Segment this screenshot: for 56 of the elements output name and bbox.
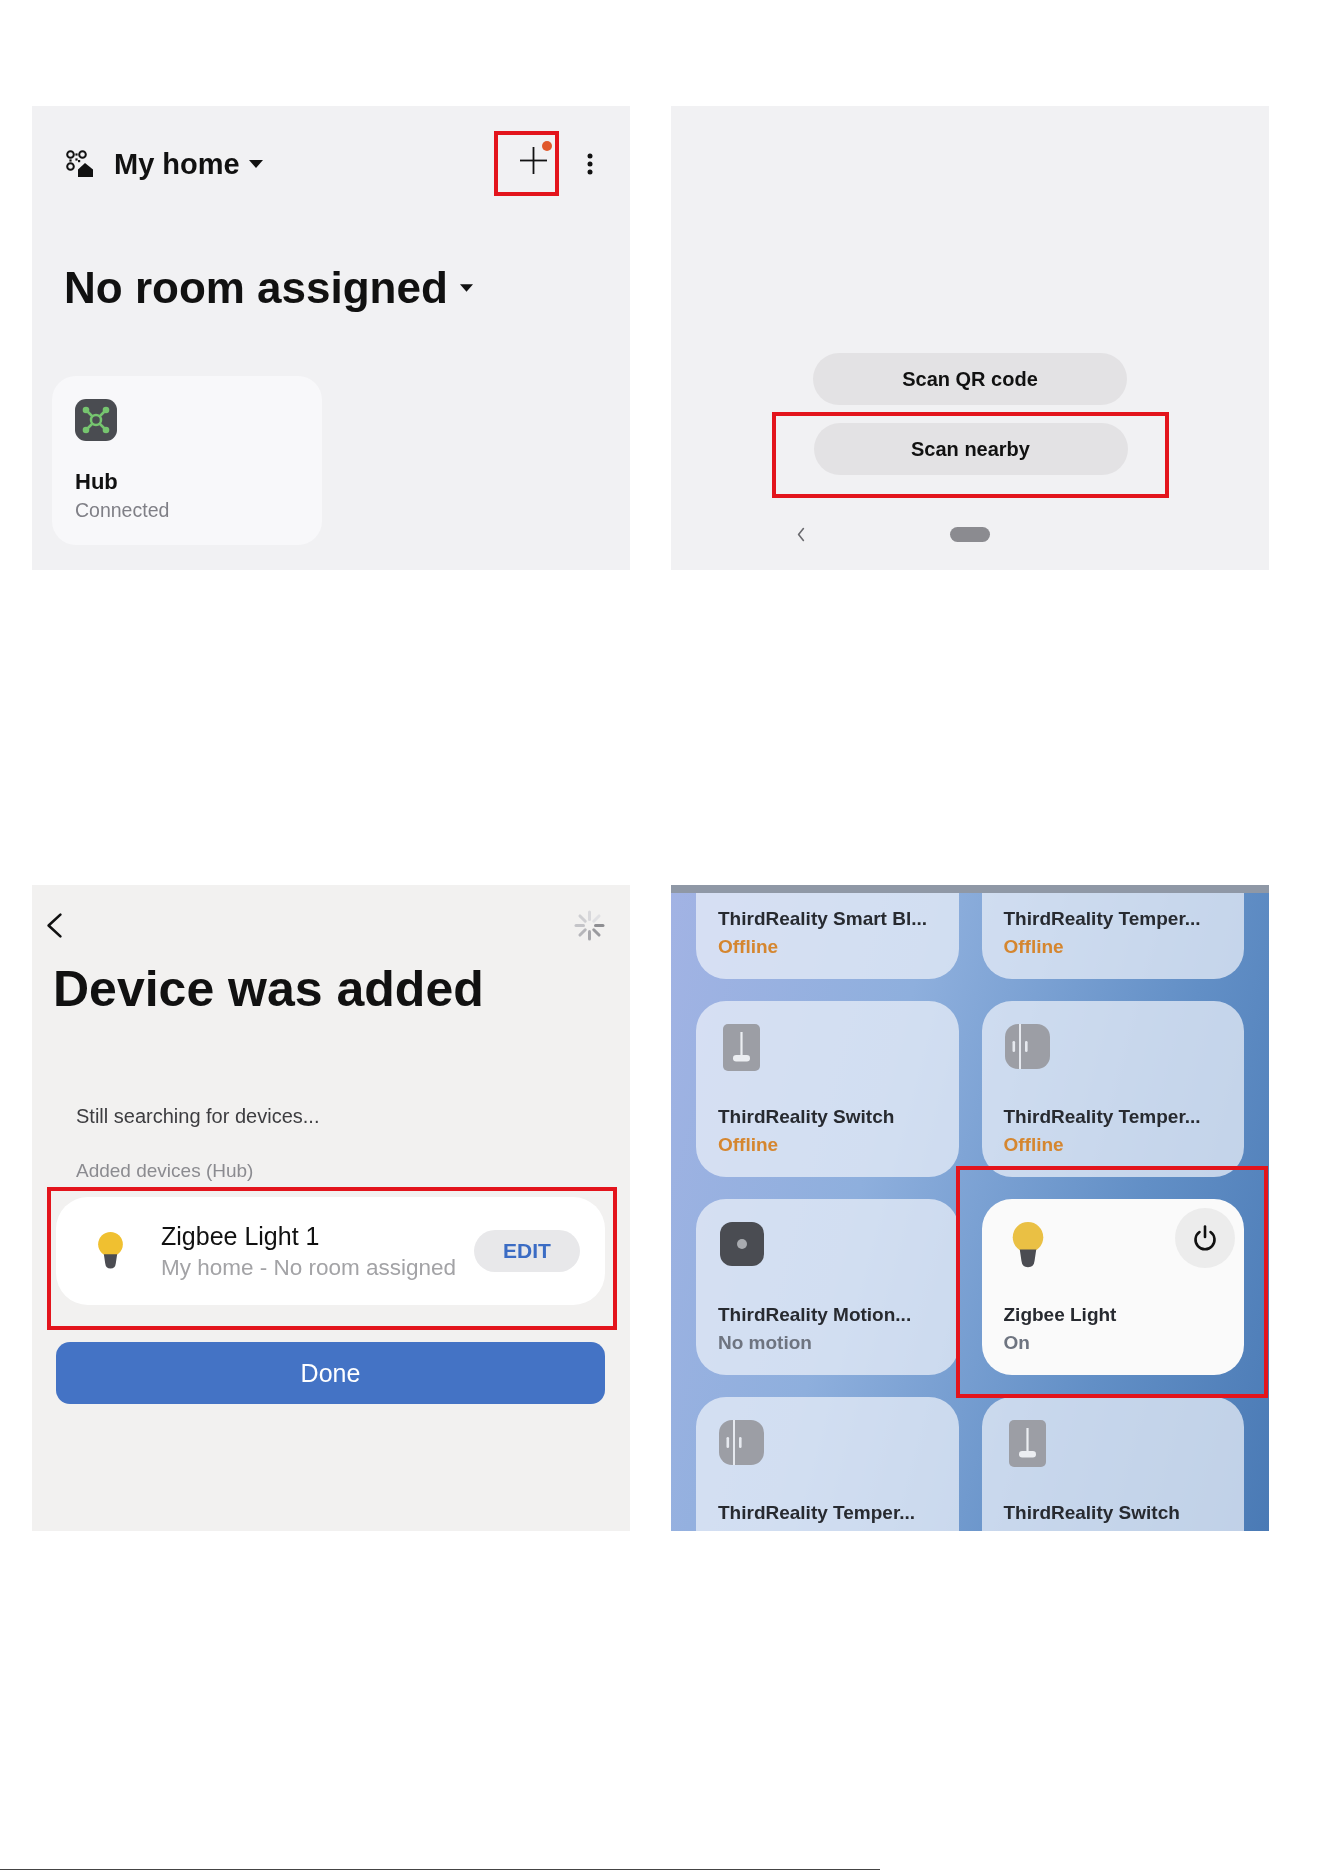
device-name: ThirdReality Temper... <box>718 1501 916 1525</box>
device-card[interactable]: ThirdReality Smart Bl... Offline <box>696 893 959 979</box>
device-name: Zigbee Light <box>1003 1303 1117 1327</box>
scan-option-button[interactable]: Scan QR code <box>813 353 1127 405</box>
caret-down-icon <box>248 159 263 168</box>
spinner-icon <box>574 910 605 941</box>
device-name: ThirdReality Temper... <box>1003 1105 1201 1129</box>
back-icon <box>46 912 63 939</box>
back-icon[interactable] <box>797 527 805 542</box>
sensor-icon <box>1004 1024 1050 1069</box>
device-status: Offline <box>718 1133 779 1157</box>
device-card[interactable]: ThirdReality Temper... <box>696 1397 959 1531</box>
device-card[interactable]: Zigbee Light On <box>981 1199 1244 1375</box>
home-selector[interactable]: My home <box>114 145 263 182</box>
done-button[interactable]: Done <box>56 1342 605 1404</box>
searching-text: Still searching for devices... <box>76 1104 320 1128</box>
device-status: On <box>1003 1331 1030 1355</box>
device-status: Offline <box>718 935 779 959</box>
device-card[interactable]: Hub Connected <box>52 376 322 545</box>
switch-icon <box>723 1024 760 1071</box>
bulb-icon <box>1010 1222 1045 1269</box>
device-name: ThirdReality Switch <box>718 1105 895 1129</box>
home-pill[interactable] <box>950 527 990 542</box>
device-status: No motion <box>718 1331 812 1355</box>
home-icon <box>66 150 93 177</box>
room-selector[interactable]: No room assigned <box>64 262 473 314</box>
bulb-icon <box>97 1232 124 1270</box>
device-location: My home - No room assigned <box>161 1253 457 1282</box>
device-name: ThirdReality Temper... <box>1003 907 1201 931</box>
scan-option-button[interactable]: Scan nearby <box>813 423 1128 475</box>
device-name: ThirdReality Switch <box>1003 1501 1180 1525</box>
added-device-card[interactable]: Zigbee Light 1 My home - No room assigned EDIT <box>56 1197 605 1305</box>
sensor-icon <box>719 1420 764 1465</box>
device-name: ThirdReality Smart Bl... <box>718 907 928 931</box>
switch-icon <box>1008 1420 1046 1467</box>
device-status: Offline <box>1003 935 1064 959</box>
device-card[interactable]: ThirdReality Temper... Offline <box>981 893 1244 979</box>
plus-icon <box>519 146 547 174</box>
device-card[interactable]: ThirdReality Switch Offline <box>696 1001 959 1177</box>
hub-icon <box>75 399 117 441</box>
caret-down-icon <box>459 284 473 292</box>
device-name: Zigbee Light 1 <box>161 1220 320 1251</box>
device-card[interactable]: ThirdReality Switch <box>981 1397 1244 1531</box>
more-icon <box>587 152 593 175</box>
power-icon <box>1192 1224 1218 1252</box>
page-title: Device was added <box>53 960 484 1019</box>
device-status: Connected <box>75 498 170 522</box>
device-name: ThirdReality Motion... <box>718 1303 912 1327</box>
section-label: Added devices (Hub) <box>76 1159 254 1182</box>
edit-button[interactable]: EDIT <box>474 1230 580 1272</box>
motion-sensor-icon <box>720 1222 764 1266</box>
device-name: Hub <box>75 469 118 495</box>
device-card[interactable]: ThirdReality Temper... Offline <box>981 1001 1244 1177</box>
back-button[interactable] <box>46 912 63 939</box>
device-status: Offline <box>1003 1133 1064 1157</box>
device-card[interactable]: ThirdReality Motion... No motion <box>696 1199 959 1375</box>
